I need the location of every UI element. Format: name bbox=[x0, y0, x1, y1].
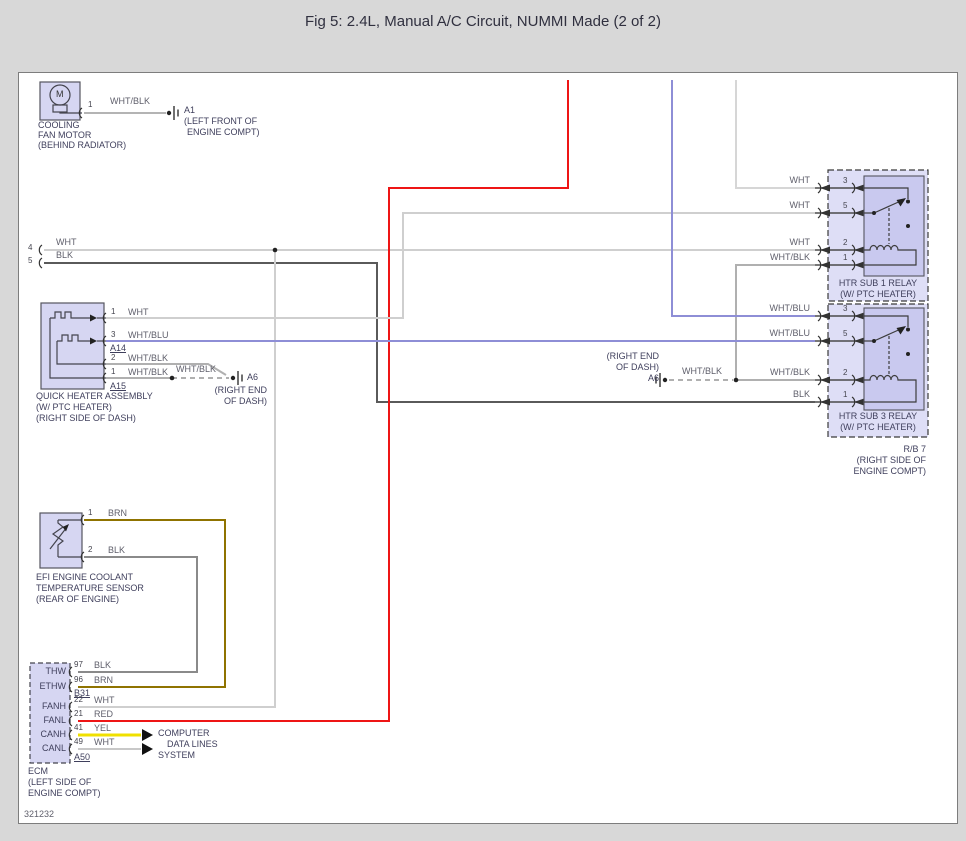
a1-location-line2: ENGINE COMPT) bbox=[187, 128, 260, 138]
relay1-pin2-wire: WHT bbox=[790, 238, 811, 248]
heater-pin1b-number: 1 bbox=[111, 368, 115, 377]
relay1-pin5-wire: WHT bbox=[790, 201, 811, 211]
heater-mid-wire-label: WHT/BLK bbox=[176, 365, 216, 375]
relay1-pin5-number: 5 bbox=[843, 202, 847, 211]
relay3-pin1-wire: BLK bbox=[793, 390, 810, 400]
connector-b31-label: B31 bbox=[74, 689, 90, 699]
fan-pin-number: 1 bbox=[88, 101, 92, 110]
pin4-wire-label: WHT bbox=[56, 238, 77, 248]
connector-a6-left-label: A6 bbox=[247, 373, 258, 383]
data-lines-label-line1: COMPUTER bbox=[158, 729, 210, 739]
ecm-pin21-number: 21 bbox=[74, 710, 83, 719]
heater-pin2-wire: WHT/BLK bbox=[128, 354, 168, 364]
ecm-wire49-label: WHT bbox=[94, 738, 115, 748]
heater-pin3-number: 3 bbox=[111, 331, 115, 340]
ecm-pin-fanl: FANL bbox=[28, 716, 66, 726]
diagram-canvas bbox=[0, 0, 966, 841]
diagram-frame bbox=[19, 73, 958, 824]
connector-a50-label: A50 bbox=[74, 753, 90, 763]
heater-label-line2: (W/ PTC HEATER) bbox=[36, 403, 112, 413]
ecm-pin96-number: 96 bbox=[74, 676, 83, 685]
ecm-pin-canh: CANH bbox=[28, 730, 66, 740]
pin5-wire-label: BLK bbox=[56, 251, 73, 261]
sensor-label-line1: EFI ENGINE COOLANT bbox=[36, 573, 133, 583]
relay3-pin3-number: 3 bbox=[843, 305, 847, 314]
ecm-pin-fanh: FANH bbox=[28, 702, 66, 712]
ecm-label-line2: (LEFT SIDE OF bbox=[28, 778, 91, 788]
ecm-pin49-number: 49 bbox=[74, 738, 83, 747]
ecm-wire96-label: BRN bbox=[94, 676, 113, 686]
heater-pin2-number: 2 bbox=[111, 354, 115, 363]
ecm-pin-ethw: ETHW bbox=[28, 682, 66, 692]
ecm-label-line3: ENGINE COMPT) bbox=[28, 789, 101, 799]
relay3-pin2-number: 2 bbox=[843, 369, 847, 378]
relay3-pin1-number: 1 bbox=[843, 391, 847, 400]
ecm-wire97-label: BLK bbox=[94, 661, 111, 671]
sensor-pin1-number: 1 bbox=[88, 509, 92, 518]
ecm-pin-canl: CANL bbox=[28, 744, 66, 754]
connector-a1-label: A1 bbox=[184, 106, 195, 116]
relay3-name-line2: (W/ PTC HEATER) bbox=[828, 423, 928, 433]
relay1-name-line1: HTR SUB 1 RELAY bbox=[828, 279, 928, 289]
wiring-diagram-page: Fig 5: 2.4L, Manual A/C Circuit, NUMMI M… bbox=[0, 0, 966, 841]
connector-a6-right-label: A6 bbox=[648, 374, 659, 384]
sensor-pin1-wire: BRN bbox=[108, 509, 127, 519]
a6-right-location-line2: OF DASH) bbox=[616, 363, 659, 373]
fan-label-line3: (BEHIND RADIATOR) bbox=[38, 141, 126, 151]
htr-sub3-relay-symbol bbox=[864, 308, 924, 410]
rb7-location-line2: ENGINE COMPT) bbox=[853, 467, 926, 477]
heater-label-line1: QUICK HEATER ASSEMBLY bbox=[36, 392, 153, 402]
a6-right-location-line1: (RIGHT END bbox=[607, 352, 659, 362]
ecm-pin97-number: 97 bbox=[74, 661, 83, 670]
relay1-pin2-number: 2 bbox=[843, 239, 847, 248]
a1-location-line1: (LEFT FRONT OF bbox=[184, 117, 257, 127]
heater-pin3-wire: WHT/BLU bbox=[128, 331, 169, 341]
sensor-label-line2: TEMPERATURE SENSOR bbox=[36, 584, 144, 594]
relay1-pin1-number: 1 bbox=[843, 254, 847, 263]
data-lines-label-line2: DATA LINES bbox=[167, 740, 218, 750]
heater-pin1-wire: WHT bbox=[128, 308, 149, 318]
relay1-name-line2: (W/ PTC HEATER) bbox=[828, 290, 928, 300]
relay3-pin2-wire: WHT/BLK bbox=[770, 368, 810, 378]
motor-letter: M bbox=[56, 89, 64, 99]
relay3-name-line1: HTR SUB 3 RELAY bbox=[828, 412, 928, 422]
heater-label-line3: (RIGHT SIDE OF DASH) bbox=[36, 414, 136, 424]
fan-wire-label: WHT/BLK bbox=[110, 97, 150, 107]
pin4-number: 4 bbox=[28, 244, 32, 253]
htr-sub1-relay-symbol bbox=[864, 176, 924, 276]
pin5-number: 5 bbox=[28, 257, 32, 266]
ecm-wire22-label: WHT bbox=[94, 696, 115, 706]
sensor-pin2-wire: BLK bbox=[108, 546, 125, 556]
rb7-name: R/B 7 bbox=[903, 445, 926, 455]
relay1-pin1-wire: WHT/BLK bbox=[770, 253, 810, 263]
heater-pin1b-wire: WHT/BLK bbox=[128, 368, 168, 378]
rb7-location-line1: (RIGHT SIDE OF bbox=[857, 456, 926, 466]
drawing-number: 321232 bbox=[24, 810, 54, 820]
coolant-temp-sensor-box bbox=[40, 513, 82, 568]
sensor-label-line3: (REAR OF ENGINE) bbox=[36, 595, 119, 605]
relay3-pin5-number: 5 bbox=[843, 330, 847, 339]
a6-right-wire-label: WHT/BLK bbox=[682, 367, 722, 377]
relay1-pin3-wire: WHT bbox=[790, 176, 811, 186]
relay1-pin3-number: 3 bbox=[843, 177, 847, 186]
ecm-label-line1: ECM bbox=[28, 767, 48, 777]
ecm-pin-thw: THW bbox=[28, 667, 66, 677]
ecm-pin41-number: 41 bbox=[74, 724, 83, 733]
ecm-wire41-label: YEL bbox=[94, 724, 111, 734]
heater-pin1-number: 1 bbox=[111, 308, 115, 317]
cooling-fan-motor-box bbox=[40, 82, 80, 120]
relay3-pin5-wire: WHT/BLU bbox=[770, 329, 811, 339]
a6-left-location-line1: (RIGHT END bbox=[215, 386, 267, 396]
a6-left-location-line2: OF DASH) bbox=[224, 397, 267, 407]
data-lines-label-line3: SYSTEM bbox=[158, 751, 195, 761]
ecm-wire21-label: RED bbox=[94, 710, 113, 720]
relay3-pin3-wire: WHT/BLU bbox=[770, 304, 811, 314]
sensor-pin2-number: 2 bbox=[88, 546, 92, 555]
